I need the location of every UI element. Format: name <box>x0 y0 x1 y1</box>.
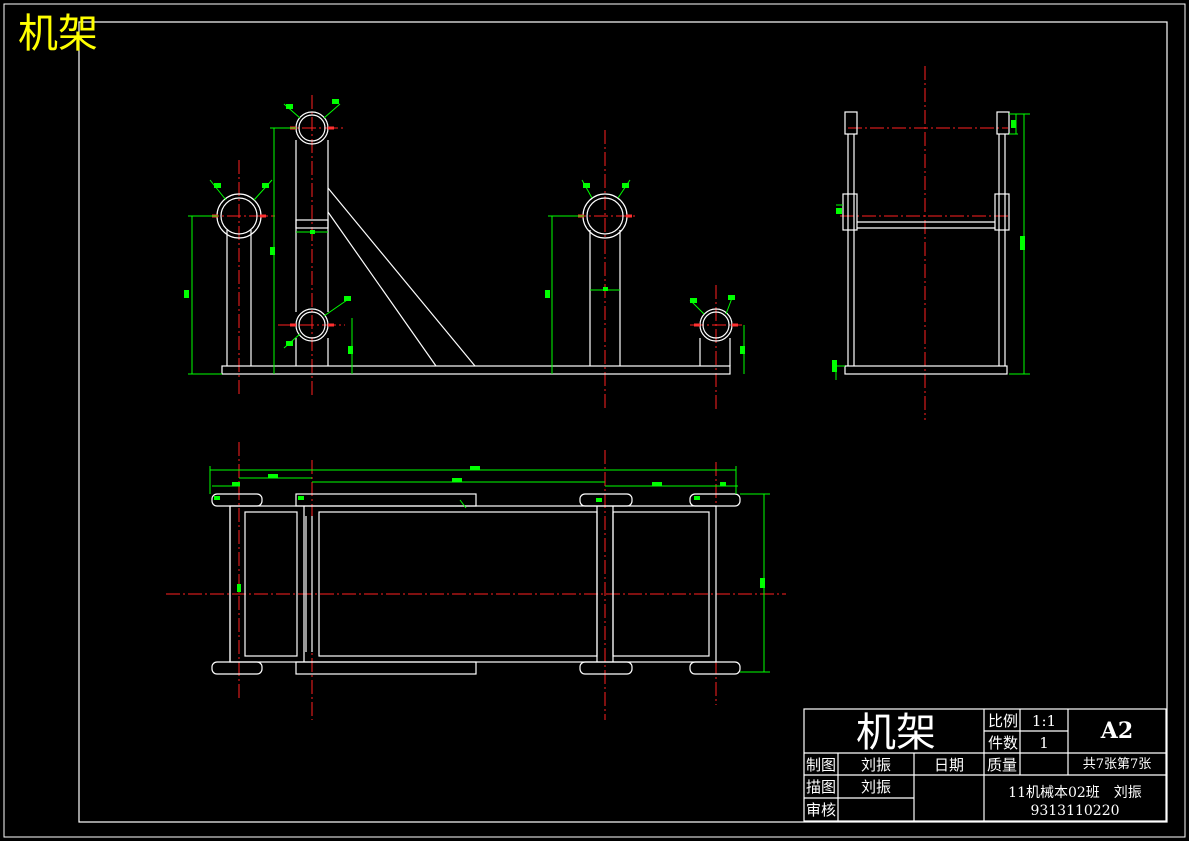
side-view-dim-ticks <box>832 120 1025 372</box>
traced-label: 描图 <box>805 778 836 796</box>
front-view-centerlines <box>205 95 742 410</box>
traced-by: 刘振 <box>860 778 891 796</box>
front-view-bolts <box>212 126 738 327</box>
side-view <box>832 66 1030 420</box>
side-view-dimensions <box>832 113 1030 380</box>
mass-label: 质量 <box>986 756 1017 774</box>
title-block-title: 机架 <box>856 710 936 756</box>
corner-drawing-title: 机架 <box>18 11 98 57</box>
side-view-centerlines <box>840 66 1010 420</box>
top-view-dimensions <box>209 466 770 673</box>
front-view <box>184 95 745 410</box>
front-view-dim-ticks <box>184 99 745 354</box>
drawn-label: 制图 <box>805 756 836 774</box>
scale-value: 1:1 <box>1031 712 1057 730</box>
student-id: 9313110220 <box>1030 803 1120 819</box>
front-view-dimensions <box>188 103 745 375</box>
side-view-geometry <box>842 111 1010 375</box>
quantity-value: 1 <box>1039 734 1049 752</box>
top-view-centerlines <box>166 442 786 720</box>
scale-label: 比例 <box>987 712 1018 730</box>
sheet-size: A2 <box>1100 718 1134 744</box>
date-label: 日期 <box>933 756 964 774</box>
front-view-geometry <box>216 111 733 375</box>
class-info: 11机械本02班 刘振 <box>1008 785 1142 801</box>
drawn-by: 刘振 <box>860 756 891 774</box>
quantity-label: 件数 <box>987 734 1018 752</box>
top-view-geometry <box>211 493 741 675</box>
review-label: 审核 <box>805 801 836 819</box>
top-view <box>166 442 786 720</box>
sheet-info: 共7张第7张 <box>1082 757 1152 772</box>
